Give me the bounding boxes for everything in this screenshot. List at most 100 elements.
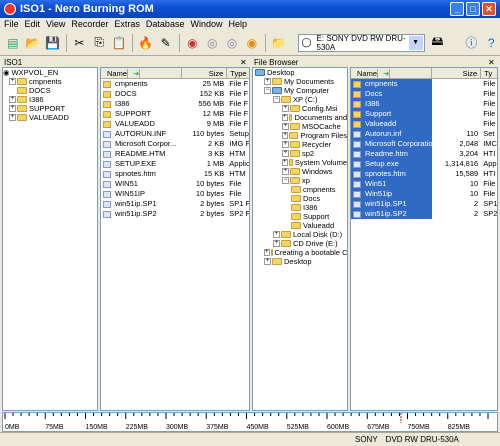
new-compilation-icon[interactable]: ▤ xyxy=(4,33,22,53)
file-row[interactable]: win51ip.SP1 2 SP1 xyxy=(351,199,497,209)
browser-tree-item[interactable]: − xp xyxy=(253,176,347,185)
file-row[interactable]: SETUP.EXE 1 MB Applic xyxy=(101,159,249,169)
file-row[interactable]: spnotes.htm 15 KB HTM xyxy=(101,169,249,179)
file-row[interactable]: I386 File xyxy=(351,99,497,109)
menu-edit[interactable]: Edit xyxy=(25,19,41,29)
file-row[interactable]: VALUEADD 9 MB File F xyxy=(101,119,249,129)
column-header-size[interactable]: Size xyxy=(182,68,228,79)
disc-info-icon[interactable]: ◎ xyxy=(223,33,241,53)
expand-icon[interactable]: + xyxy=(9,78,16,85)
expand-icon[interactable]: − xyxy=(273,96,280,103)
panel-close-icon[interactable]: ✕ xyxy=(240,57,247,67)
browser-tree-item[interactable]: + Windows xyxy=(253,167,347,176)
save-icon[interactable]: 💾 xyxy=(44,33,62,53)
open-icon[interactable]: 📂 xyxy=(24,33,42,53)
browser-tree-item[interactable]: + sp2 xyxy=(253,149,347,158)
close-button[interactable]: ✕ xyxy=(482,2,496,16)
burn-icon[interactable]: 🔥 xyxy=(137,33,155,53)
file-row[interactable]: cmpnents 25 MB File F xyxy=(101,79,249,89)
edit-icon[interactable]: ✎ xyxy=(157,33,175,53)
eject-icon[interactable]: ◉ xyxy=(243,33,261,53)
disc-copy-icon[interactable]: ◉ xyxy=(183,33,201,53)
file-browser-icon[interactable]: 📁 xyxy=(270,33,288,53)
menu-help[interactable]: Help xyxy=(228,19,247,29)
tree-root[interactable]: ◉ WXPVOL_EN xyxy=(3,68,97,77)
tree-item[interactable]: + I386 xyxy=(3,95,97,104)
menu-extras[interactable]: Extras xyxy=(114,19,140,29)
browser-tree-item[interactable]: + CD Drive (E:) xyxy=(253,239,347,248)
expand-icon[interactable]: + xyxy=(282,132,289,139)
file-row[interactable]: SUPPORT 12 MB File F xyxy=(101,109,249,119)
browser-tree-item[interactable]: + MSOCache xyxy=(253,122,347,131)
expand-icon[interactable]: + xyxy=(9,96,16,103)
browser-tree-item[interactable]: + Program Files xyxy=(253,131,347,140)
expand-icon[interactable]: + xyxy=(282,141,289,148)
expand-icon[interactable]: + xyxy=(264,78,271,85)
file-row[interactable]: win51ip.SP2 2 bytes SP2 F xyxy=(101,209,249,219)
file-row[interactable]: win51ip.SP2 2 SP2 xyxy=(351,209,497,219)
paste-icon[interactable]: 📋 xyxy=(110,33,128,53)
expand-icon[interactable]: + xyxy=(264,258,271,265)
expand-icon[interactable]: + xyxy=(9,114,16,121)
expand-icon[interactable]: + xyxy=(282,105,289,112)
recorder-icon[interactable]: 🖴 xyxy=(429,33,447,53)
file-row[interactable]: cmpnents File xyxy=(351,79,497,89)
menu-view[interactable]: View xyxy=(46,19,65,29)
file-row[interactable]: Microsoft Corpor... 2 KB IMG F xyxy=(101,139,249,149)
file-row[interactable]: README.HTM 3 KB HTM xyxy=(101,149,249,159)
browser-tree-item[interactable]: Desktop xyxy=(253,68,347,77)
info-icon[interactable]: ⓘ xyxy=(462,33,480,53)
maximize-button[interactable]: □ xyxy=(466,2,480,16)
file-row[interactable]: Valueadd File xyxy=(351,119,497,129)
browser-close-icon[interactable]: ✕ xyxy=(488,57,495,67)
chevron-down-icon[interactable]: ▼ xyxy=(408,35,423,50)
tree-item[interactable]: + VALUEADD xyxy=(3,113,97,122)
erase-disc-icon[interactable]: ◎ xyxy=(203,33,221,53)
expand-icon[interactable]: + xyxy=(282,114,288,121)
expand-icon[interactable]: + xyxy=(282,123,289,130)
file-row[interactable]: I386 556 MB File F xyxy=(101,99,249,109)
browser-tree-item[interactable]: + Local Disk (D:) xyxy=(253,230,347,239)
tree-item[interactable]: + SUPPORT xyxy=(3,104,97,113)
file-row[interactable]: Win51ip 10 File xyxy=(351,189,497,199)
expand-icon[interactable]: + xyxy=(282,159,288,166)
file-row[interactable]: Setup.exe 1,314,816 App xyxy=(351,159,497,169)
menu-database[interactable]: Database xyxy=(146,19,185,29)
tree-item[interactable]: DOCS xyxy=(3,86,97,95)
expand-icon[interactable]: + xyxy=(282,150,289,157)
file-row[interactable]: Readme.htm 3,204 HTI xyxy=(351,149,497,159)
file-row[interactable]: DOCS 152 KB File F xyxy=(101,89,249,99)
browser-tree-item[interactable]: + Config.Msi xyxy=(253,104,347,113)
menu-file[interactable]: File xyxy=(4,19,19,29)
expand-icon[interactable]: + xyxy=(273,240,280,247)
menu-recorder[interactable]: Recorder xyxy=(71,19,108,29)
drive-select[interactable]: ◯ E: SONY DVD RW DRU-530A ▼ xyxy=(297,33,425,52)
browser-tree-item[interactable]: + Documents and xyxy=(253,113,347,122)
browser-tree-item[interactable]: Valueadd xyxy=(253,221,347,230)
browser-tree-item[interactable]: I386 xyxy=(253,203,347,212)
expand-icon[interactable]: − xyxy=(264,87,271,94)
expand-icon[interactable]: − xyxy=(282,177,289,184)
file-row[interactable]: Docs File xyxy=(351,89,497,99)
browser-tree-item[interactable]: cmpnents xyxy=(253,185,347,194)
browser-tree-item[interactable]: + My Documents xyxy=(253,77,347,86)
column-header-type[interactable]: Ty xyxy=(481,68,497,79)
expand-icon[interactable]: + xyxy=(9,105,16,112)
file-row[interactable]: WIN51IP 10 bytes File xyxy=(101,189,249,199)
file-row[interactable]: AUTORUN.INF 110 bytes Setup xyxy=(101,129,249,139)
cut-icon[interactable]: ✂ xyxy=(70,33,88,53)
browser-tree-item[interactable]: Docs xyxy=(253,194,347,203)
expand-icon[interactable]: + xyxy=(282,168,289,175)
column-header-type[interactable]: Type xyxy=(227,68,249,79)
browser-tree-item[interactable]: + Desktop xyxy=(253,257,347,266)
browser-tree-item[interactable]: + System Volume xyxy=(253,158,347,167)
file-row[interactable]: Autorun.inf 110 Set xyxy=(351,129,497,139)
tree-item[interactable]: + cmpnents xyxy=(3,77,97,86)
copy-icon[interactable]: ⎘ xyxy=(90,33,108,53)
file-row[interactable]: Win51 10 File xyxy=(351,179,497,189)
browser-tree-item[interactable]: + Creating a bootable CI xyxy=(253,248,347,257)
expand-icon[interactable]: + xyxy=(273,231,280,238)
minimize-button[interactable]: _ xyxy=(450,2,464,16)
file-row[interactable]: spnotes.htm 15,589 HTI xyxy=(351,169,497,179)
file-row[interactable]: WIN51 10 bytes File xyxy=(101,179,249,189)
